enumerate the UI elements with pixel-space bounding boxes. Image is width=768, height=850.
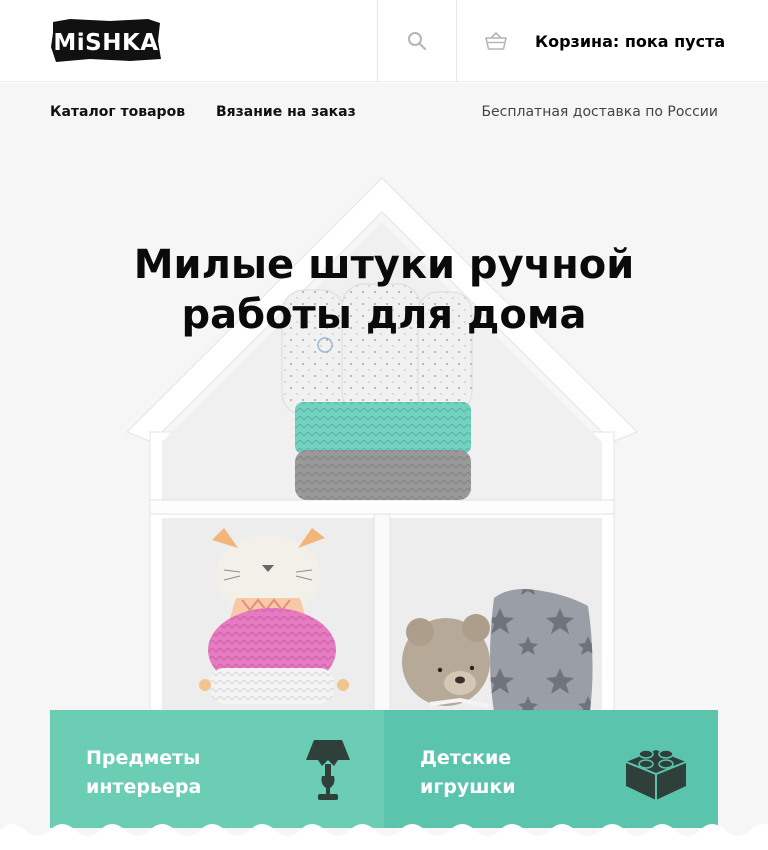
site-header: MiSHKA Корзина: пока пуста <box>0 0 768 82</box>
category-label: Предметы интерьера <box>86 747 202 798</box>
search-button[interactable] <box>377 0 457 82</box>
category-interior-items[interactable]: Предметы интерьера <box>50 710 384 828</box>
category-tiles: Предметы интерьера Детские игрушки <box>50 710 718 828</box>
nav-custom-knitting-link[interactable]: Вязание на заказ <box>216 104 356 120</box>
main-nav: Каталог товаров Вязание на заказ Бесплат… <box>50 101 718 125</box>
category-kids-toys[interactable]: Детские игрушки <box>384 710 718 828</box>
category-label: Детские игрушки <box>420 747 516 798</box>
search-icon <box>408 32 426 50</box>
cart-status: Корзина: пока пуста <box>535 31 726 51</box>
free-delivery-note: Бесплатная доставка по России <box>481 104 718 120</box>
table-lamp-icon <box>306 740 350 800</box>
toy-block-icon <box>625 749 687 800</box>
cart-button[interactable]: Корзина: пока пуста <box>457 0 768 82</box>
wave-divider <box>0 824 768 850</box>
nav-catalog-link[interactable]: Каталог товаров <box>50 104 185 120</box>
svg-text:MiSHKA: MiSHKA <box>53 30 158 56</box>
hero-title: Милые штуки ручной работы для дома <box>133 242 635 338</box>
basket-icon <box>485 32 507 50</box>
mishka-logo[interactable]: MiSHKA <box>50 17 162 63</box>
